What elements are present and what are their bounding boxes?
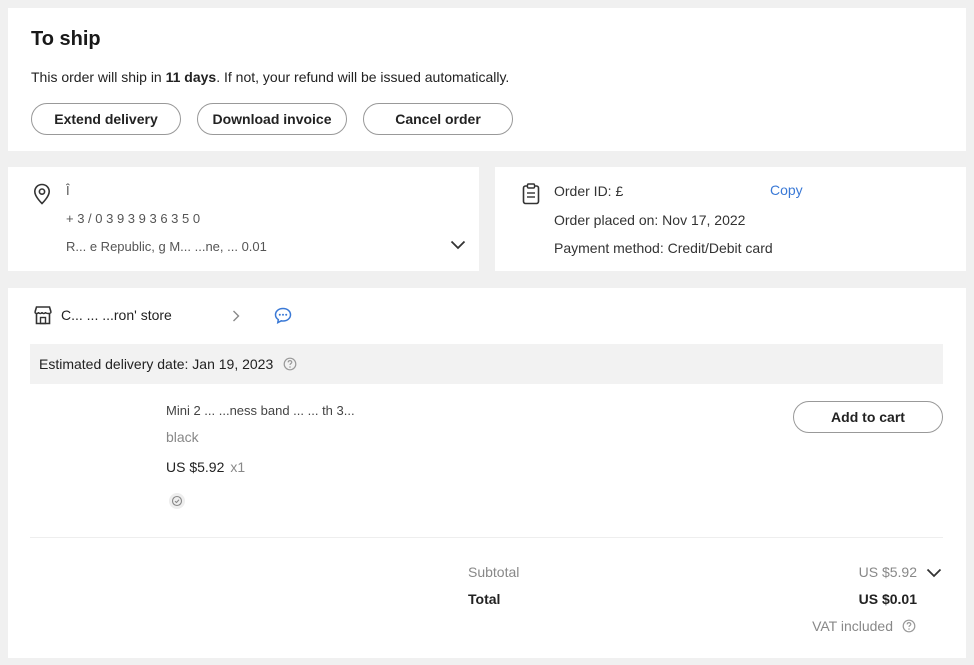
divider (30, 537, 943, 538)
order-placed-date: Order placed on: Nov 17, 2022 (554, 212, 746, 228)
product-variant: black (166, 429, 199, 445)
add-to-cart-button[interactable]: Add to cart (793, 401, 943, 433)
store-order-card: C... ... ...ron' store Estimated deliver… (8, 288, 966, 658)
shipping-address-card: Î + 3 / 0 3 9 3 9 3 6 3 5 0 R... e Repu… (8, 167, 479, 271)
chevron-down-icon[interactable] (926, 568, 942, 578)
payment-method: Payment method: Credit/Debit card (554, 240, 773, 256)
subtotal-label: Subtotal (468, 564, 520, 580)
check-circle-icon (171, 495, 183, 507)
vat-included-label: VAT included (812, 618, 893, 634)
store-name: C... ... ...ron' store (61, 307, 172, 323)
estimated-delivery-bar: Estimated delivery date: Jan 19, 2023 (30, 344, 943, 384)
ship-days: 11 days (165, 69, 217, 85)
location-pin-icon (33, 183, 51, 205)
to-ship-card: To ship This order will ship in 11 days.… (8, 8, 966, 151)
total-label: Total (468, 591, 501, 607)
clipboard-icon (522, 183, 540, 205)
order-info-card: Order ID: £ Copy Order placed on: Nov 17… (495, 167, 966, 271)
ship-message: This order will ship in 11 days. If not,… (31, 69, 509, 85)
total-value: US $0.01 (858, 591, 917, 607)
product-quantity: x1 (230, 459, 246, 475)
recipient-address: R... e Republic, g M... ...ne, ... 0.01 (66, 239, 267, 254)
recipient-phone: + 3 / 0 3 9 3 9 3 6 3 5 0 (66, 211, 201, 226)
help-icon[interactable] (283, 357, 297, 371)
product-image[interactable] (52, 403, 152, 513)
store-icon (34, 306, 52, 325)
extend-delivery-button[interactable]: Extend delivery (31, 103, 181, 135)
estimated-delivery-date: Estimated delivery date: Jan 19, 2023 (39, 356, 274, 372)
order-id: Order ID: £ (554, 183, 624, 199)
product-price: US $5.92 (166, 459, 225, 475)
cancel-order-button[interactable]: Cancel order (363, 103, 513, 135)
help-icon[interactable] (902, 619, 916, 633)
product-title[interactable]: Mini 2 ... ...ness band ... ... th 3... (166, 403, 355, 418)
copy-order-id-link[interactable]: Copy (770, 182, 803, 198)
product-price-row: US $5.92 x1 (166, 459, 245, 475)
chevron-down-icon[interactable] (450, 240, 466, 250)
product-badge (169, 493, 185, 509)
store-name-link[interactable]: C... ... ...ron' store (61, 307, 172, 323)
page-title: To ship (31, 28, 101, 50)
chevron-right-icon[interactable] (232, 310, 240, 322)
ship-message-prefix: This order will ship in (31, 69, 166, 85)
download-invoice-button[interactable]: Download invoice (197, 103, 347, 135)
chat-icon[interactable] (274, 307, 292, 324)
subtotal-value: US $5.92 (858, 564, 917, 580)
recipient-name: Î (66, 183, 70, 198)
ship-message-suffix: . If not, your refund will be issued aut… (216, 69, 510, 85)
